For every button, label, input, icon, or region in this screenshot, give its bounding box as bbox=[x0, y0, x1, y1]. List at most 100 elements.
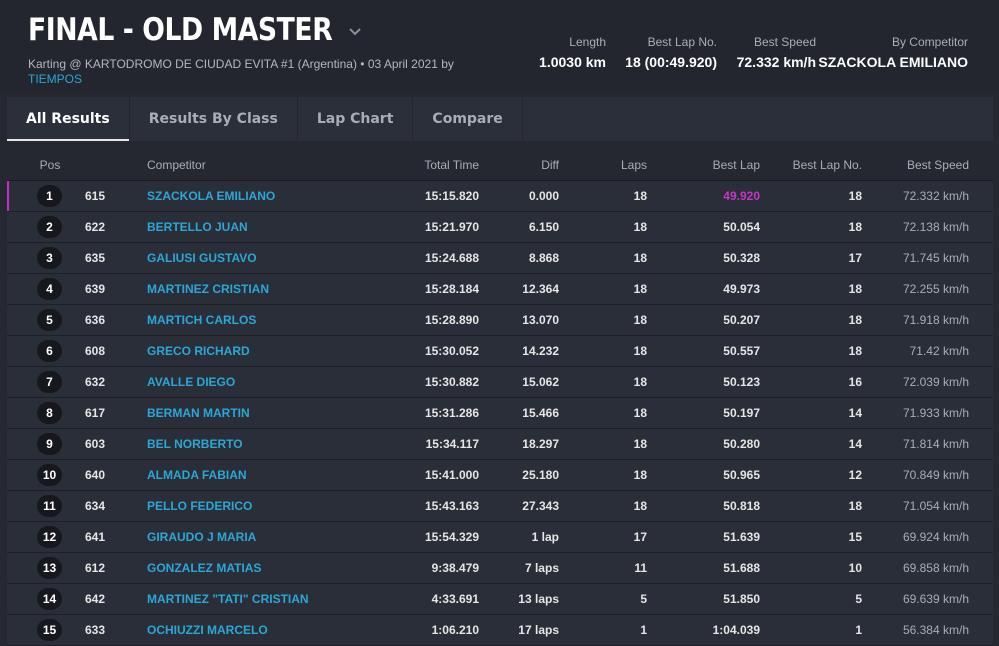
position-badge: 14 bbox=[37, 588, 62, 610]
col-total-time[interactable]: Total Time bbox=[424, 150, 479, 180]
tab-lap-chart[interactable]: Lap Chart bbox=[298, 97, 414, 141]
competitor-name-link[interactable]: PELLO FEDERICO bbox=[147, 491, 252, 521]
col-laps[interactable]: Laps bbox=[621, 150, 647, 180]
competitor-name-link[interactable]: GIRAUDO J MARIA bbox=[147, 522, 256, 552]
col-competitor[interactable]: Competitor bbox=[147, 150, 206, 180]
table-row[interactable]: 12 641 GIRAUDO J MARIA 15:54.329 1 lap 17 51.6… bbox=[7, 522, 993, 553]
stat-label: Best Lap No. bbox=[647, 35, 717, 49]
best-lap-number: 18 bbox=[848, 344, 862, 358]
competitor-name-link[interactable]: BEL NORBERTO bbox=[147, 429, 243, 459]
position-badge: 1 bbox=[37, 185, 62, 207]
best-lap: 51.639 bbox=[723, 530, 760, 544]
position-badge: 3 bbox=[37, 247, 62, 269]
competitor-name-link[interactable]: SZACKOLA EMILIANO bbox=[147, 181, 275, 211]
col-diff[interactable]: Diff bbox=[541, 150, 559, 180]
best-lap: 49.973 bbox=[723, 282, 760, 296]
table-row[interactable]: 6 608 GRECO RICHARD 15:30.052 14.232 18 50.557… bbox=[7, 336, 993, 367]
table-row[interactable]: 10 640 ALMADA FABIAN 15:41.000 25.180 18 50.96… bbox=[7, 460, 993, 491]
best-lap-number: 18 bbox=[848, 189, 862, 203]
position-badge: 2 bbox=[37, 216, 62, 238]
total-time: 15:24.688 bbox=[424, 251, 479, 265]
laps-count: 18 bbox=[633, 375, 647, 389]
competitor-name-link[interactable]: MARTINEZ CRISTIAN bbox=[147, 274, 269, 304]
best-lap: 50.328 bbox=[723, 251, 760, 265]
total-time: 15:21.970 bbox=[424, 220, 479, 234]
best-speed: 70.849 km/h bbox=[902, 468, 969, 482]
gap-diff: 6.150 bbox=[528, 220, 559, 234]
table-row[interactable]: 1 615 SZACKOLA EMILIANO 15:15.820 0.000 18 49.… bbox=[7, 181, 993, 212]
best-speed: 69.924 km/h bbox=[902, 530, 969, 544]
best-speed: 72.138 km/h bbox=[902, 220, 969, 234]
competitor-name-link[interactable]: MARTICH CARLOS bbox=[147, 305, 256, 335]
col-pos[interactable]: Pos bbox=[37, 150, 63, 180]
gap-diff: 27.343 bbox=[522, 499, 559, 513]
competitor-name-link[interactable]: OCHIUZZI MARCELO bbox=[147, 615, 268, 645]
kart-number: 642 bbox=[85, 592, 106, 606]
competitor-name-link[interactable]: ALMADA FABIAN bbox=[147, 460, 247, 490]
gap-diff: 1 lap bbox=[531, 530, 559, 544]
table-row[interactable]: 15 633 OCHIUZZI MARCELO 1:06.210 17 laps 1 1:0… bbox=[7, 615, 993, 646]
kart-number: 633 bbox=[85, 623, 106, 637]
competitor-name-link[interactable]: AVALLE DIEGO bbox=[147, 367, 235, 397]
session-subtitle: Karting @ KARTODROMO DE CIUDAD EVITA #1 … bbox=[28, 57, 478, 87]
laps-count: 18 bbox=[633, 406, 647, 420]
total-time: 15:43.163 bbox=[424, 499, 479, 513]
kart-number: 608 bbox=[85, 344, 106, 358]
laps-count: 18 bbox=[633, 344, 647, 358]
competitor-name-link[interactable]: BERTELLO JUAN bbox=[147, 212, 248, 242]
table-row[interactable]: 14 642 MARTINEZ "TATI" CRISTIAN 4:33.691 13 … bbox=[7, 584, 993, 615]
tab-compare[interactable]: Compare bbox=[413, 97, 523, 141]
gap-diff: 12.364 bbox=[522, 282, 559, 296]
total-time: 15:31.286 bbox=[424, 406, 479, 420]
best-lap: 51.850 bbox=[723, 592, 760, 606]
timing-provider-link[interactable]: TIEMPOS bbox=[28, 72, 82, 86]
table-row[interactable]: 3 635 GALIUSI GUSTAVO 15:24.688 8.868 18 50.32… bbox=[7, 243, 993, 274]
table-row[interactable]: 5 636 MARTICH CARLOS 15:28.890 13.070 18 50.20… bbox=[7, 305, 993, 336]
kart-number: 622 bbox=[85, 220, 106, 234]
best-lap-number: 18 bbox=[848, 220, 862, 234]
gap-diff: 8.868 bbox=[528, 251, 559, 265]
best-lap-number: 10 bbox=[848, 561, 862, 575]
position-badge: 6 bbox=[37, 340, 62, 362]
best-speed: 71.054 km/h bbox=[902, 499, 969, 513]
chevron-down-icon[interactable] bbox=[348, 27, 362, 37]
stat-value: 72.332 km/h bbox=[736, 54, 816, 70]
competitor-name-link[interactable]: GRECO RICHARD bbox=[147, 336, 250, 366]
best-lap-number: 15 bbox=[848, 530, 862, 544]
gap-diff: 17 laps bbox=[518, 623, 559, 637]
table-row[interactable]: 4 639 MARTINEZ CRISTIAN 15:28.184 12.364 18 49… bbox=[7, 274, 993, 305]
table-row[interactable]: 11 634 PELLO FEDERICO 15:43.163 27.343 18 50.8… bbox=[7, 491, 993, 522]
best-speed: 72.255 km/h bbox=[902, 282, 969, 296]
tab-results-by-class[interactable]: Results By Class bbox=[130, 97, 298, 141]
total-time: 15:30.882 bbox=[424, 375, 479, 389]
table-row[interactable]: 8 617 BERMAN MARTIN 15:31.286 15.466 18 50.197… bbox=[7, 398, 993, 429]
competitor-name-link[interactable]: GALIUSI GUSTAVO bbox=[147, 243, 257, 273]
col-best-lap[interactable]: Best Lap bbox=[713, 150, 760, 180]
kart-number: 632 bbox=[85, 375, 106, 389]
col-best-lap-no[interactable]: Best Lap No. bbox=[793, 150, 862, 180]
tab-all-results[interactable]: All Results bbox=[7, 97, 130, 141]
position-badge: 5 bbox=[37, 309, 62, 331]
table-row[interactable]: 7 632 AVALLE DIEGO 15:30.882 15.062 18 50.123 1… bbox=[7, 367, 993, 398]
stat-label: By Competitor bbox=[891, 35, 968, 49]
competitor-name-link[interactable]: BERMAN MARTIN bbox=[147, 398, 250, 428]
best-speed: 72.332 km/h bbox=[902, 189, 969, 203]
best-speed: 71.42 km/h bbox=[909, 344, 969, 358]
best-speed: 69.858 km/h bbox=[902, 561, 969, 575]
laps-count: 18 bbox=[633, 437, 647, 451]
table-row[interactable]: 13 612 GONZALEZ MATIAS 9:38.479 7 laps 11 51.6… bbox=[7, 553, 993, 584]
best-lap-number: 1 bbox=[855, 623, 862, 637]
stat-best-lap-no: Best Lap No. 18 (00:49.920) bbox=[625, 35, 717, 70]
table-row[interactable]: 9 603 BEL NORBERTO 15:34.117 18.297 18 50.280 1… bbox=[7, 429, 993, 460]
col-best-speed[interactable]: Best Speed bbox=[907, 150, 969, 180]
laps-count: 18 bbox=[633, 313, 647, 327]
position-badge: 13 bbox=[37, 557, 62, 579]
kart-number: 635 bbox=[85, 251, 106, 265]
position-badge: 4 bbox=[37, 278, 62, 300]
competitor-name-link[interactable]: MARTINEZ "TATI" CRISTIAN bbox=[147, 584, 309, 614]
competitor-name-link[interactable]: GONZALEZ MATIAS bbox=[147, 553, 261, 583]
best-speed: 71.745 km/h bbox=[902, 251, 969, 265]
table-row[interactable]: 2 622 BERTELLO JUAN 15:21.970 6.150 18 50.054 1… bbox=[7, 212, 993, 243]
title-row: FINAL - OLD MASTER bbox=[28, 12, 362, 48]
laps-count: 18 bbox=[633, 220, 647, 234]
